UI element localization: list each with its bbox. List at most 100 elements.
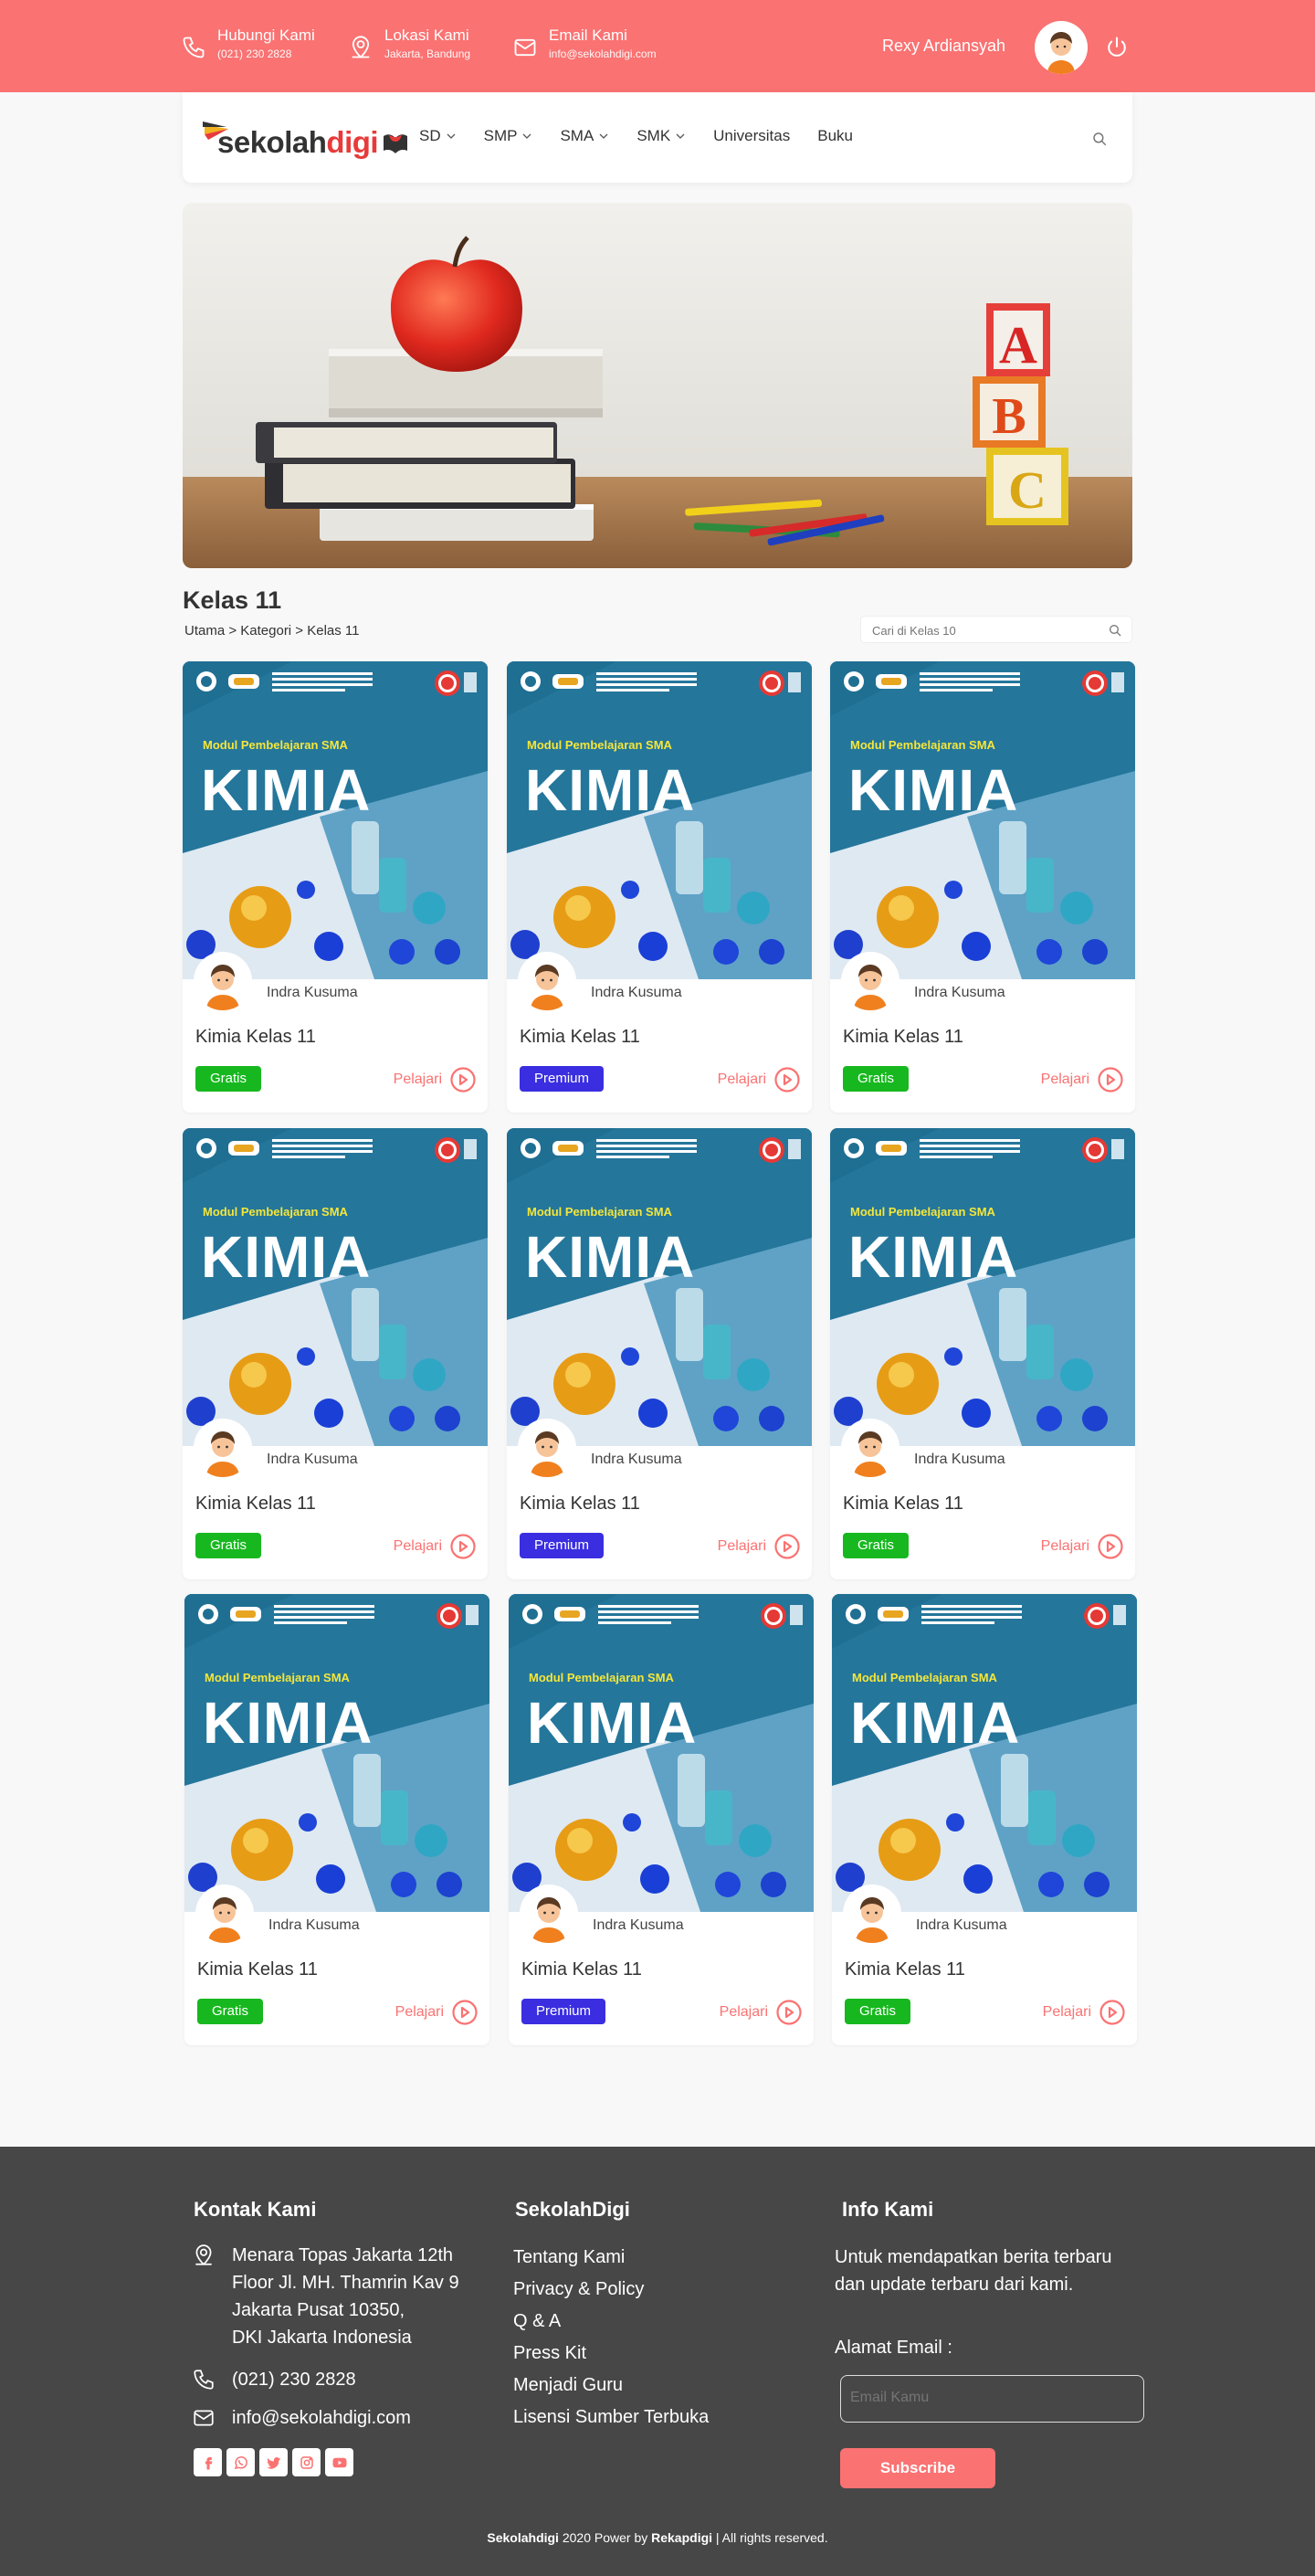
course-cover[interactable]: Modul Pembelajaran SMA KIMIA bbox=[507, 661, 812, 979]
learn-button[interactable]: Pelajari bbox=[394, 1066, 477, 1093]
contact-value: (021) 230 2828 bbox=[217, 48, 292, 60]
nav-item-buku[interactable]: Buku bbox=[817, 127, 853, 145]
learn-button[interactable]: Pelajari bbox=[1041, 1533, 1124, 1560]
footer-email[interactable]: info@sekolahdigi.com bbox=[192, 2404, 411, 2432]
course-title[interactable]: Kimia Kelas 11 bbox=[197, 1959, 318, 1980]
course-card[interactable]: Modul Pembelajaran SMA KIMIA Indra Kusuma K… bbox=[832, 1594, 1137, 2045]
user-name[interactable]: Rexy Ardiansyah bbox=[882, 37, 1005, 56]
course-title[interactable]: Kimia Kelas 11 bbox=[195, 1494, 316, 1515]
author-avatar bbox=[518, 1419, 576, 1477]
learn-button[interactable]: Pelajari bbox=[1041, 1066, 1124, 1093]
breadcrumb[interactable]: Utama > Kategori > Kelas 11 bbox=[184, 623, 360, 639]
course-cover[interactable]: Modul Pembelajaran SMA KIMIA bbox=[183, 1128, 488, 1446]
course-card[interactable]: Modul Pembelajaran SMA KIMIA Indra Kusuma K… bbox=[830, 661, 1135, 1113]
footer-link[interactable]: Privacy & Policy bbox=[513, 2274, 709, 2306]
course-card[interactable]: Modul Pembelajaran SMA KIMIA Indra Kusuma K… bbox=[509, 1594, 814, 2045]
contact-info[interactable]: Hubungi Kami (021) 230 2828 bbox=[181, 26, 315, 62]
search-icon[interactable] bbox=[1091, 131, 1108, 147]
learn-button[interactable]: Pelajari bbox=[394, 1533, 477, 1560]
footer-link[interactable]: Tentang Kami bbox=[513, 2242, 709, 2274]
cover-subtitle: Modul Pembelajaran SMA bbox=[850, 738, 995, 752]
search-icon[interactable] bbox=[1108, 623, 1122, 638]
course-cover[interactable]: Modul Pembelajaran SMA KIMIA bbox=[509, 1594, 814, 1912]
course-title[interactable]: Kimia Kelas 11 bbox=[195, 1027, 316, 1048]
cover-subtitle: Modul Pembelajaran SMA bbox=[527, 738, 672, 752]
course-cover[interactable]: Modul Pembelajaran SMA KIMIA bbox=[183, 661, 488, 979]
nav-item-sd[interactable]: SD bbox=[419, 127, 457, 145]
instagram-icon[interactable] bbox=[292, 2448, 321, 2476]
author-avatar bbox=[841, 1419, 899, 1477]
learn-button[interactable]: Pelajari bbox=[395, 1999, 479, 2026]
course-cover[interactable]: Modul Pembelajaran SMA KIMIA bbox=[830, 1128, 1135, 1446]
course-card[interactable]: Modul Pembelajaran SMA KIMIA Indra Kusuma K… bbox=[830, 1128, 1135, 1579]
user-avatar[interactable] bbox=[1035, 21, 1088, 74]
learn-button[interactable]: Pelajari bbox=[718, 1066, 801, 1093]
price-badge: Gratis bbox=[195, 1066, 262, 1092]
course-card[interactable]: Modul Pembelajaran SMA KIMIA Indra Kusuma K… bbox=[183, 661, 488, 1113]
twitter-icon[interactable] bbox=[259, 2448, 288, 2476]
nav-item-label: Buku bbox=[817, 127, 853, 144]
footer-links: Tentang Kami Privacy & Policy Q & A Pres… bbox=[513, 2242, 709, 2433]
author-name: Indra Kusuma bbox=[593, 1917, 684, 1933]
footer-address: Menara Topas Jakarta 12th Floor Jl. MH. … bbox=[192, 2242, 459, 2351]
logo-text-2: digi bbox=[326, 125, 379, 159]
course-card[interactable]: Modul Pembelajaran SMA KIMIA Indra Kusuma K… bbox=[184, 1594, 489, 2045]
location-title: Lokasi Kami bbox=[384, 26, 469, 44]
course-cover[interactable]: Modul Pembelajaran SMA KIMIA bbox=[507, 1128, 812, 1446]
nav-item-sma[interactable]: SMA bbox=[560, 127, 609, 145]
footer-phone[interactable]: (021) 230 2828 bbox=[192, 2366, 356, 2393]
course-cover[interactable]: Modul Pembelajaran SMA KIMIA bbox=[184, 1594, 489, 1912]
footer-brand-heading: SekolahDigi bbox=[515, 2198, 630, 2221]
nav-item-smk[interactable]: SMK bbox=[636, 127, 686, 145]
youtube-icon[interactable] bbox=[325, 2448, 353, 2476]
footer-email-label: Alamat Email : bbox=[835, 2338, 952, 2358]
nav-item-smp[interactable]: SMP bbox=[484, 127, 533, 145]
footer-link[interactable]: Press Kit bbox=[513, 2338, 709, 2370]
chevron-down-icon bbox=[599, 133, 608, 139]
course-title[interactable]: Kimia Kelas 11 bbox=[843, 1494, 963, 1515]
subscribe-button[interactable]: Subscribe bbox=[840, 2448, 995, 2488]
learn-button[interactable]: Pelajari bbox=[720, 1999, 803, 2026]
location-info[interactable]: Lokasi Kami Jakarta, Bandung bbox=[348, 26, 470, 62]
learn-button[interactable]: Pelajari bbox=[718, 1533, 801, 1560]
course-cover[interactable]: Modul Pembelajaran SMA KIMIA bbox=[830, 661, 1135, 979]
course-cover[interactable]: Modul Pembelajaran SMA KIMIA bbox=[832, 1594, 1137, 1912]
newsletter-email-input[interactable] bbox=[850, 2390, 1124, 2406]
nav-item-universitas[interactable]: Universitas bbox=[713, 127, 790, 145]
facebook-icon[interactable] bbox=[194, 2448, 222, 2476]
course-title[interactable]: Kimia Kelas 11 bbox=[520, 1027, 640, 1048]
site-logo[interactable]: sekolahdigi bbox=[201, 116, 409, 159]
email-info[interactable]: Email Kami info@sekolahdigi.com bbox=[512, 26, 657, 62]
author-name: Indra Kusuma bbox=[591, 1452, 682, 1467]
course-title[interactable]: Kimia Kelas 11 bbox=[521, 1959, 642, 1980]
learn-label: Pelajari bbox=[393, 1538, 442, 1554]
power-icon[interactable] bbox=[1104, 35, 1130, 60]
class-search[interactable] bbox=[860, 616, 1132, 643]
class-search-input[interactable] bbox=[872, 621, 1100, 639]
whatsapp-icon[interactable] bbox=[226, 2448, 255, 2476]
cover-title: KIMIA bbox=[525, 757, 696, 823]
course-title[interactable]: Kimia Kelas 11 bbox=[845, 1959, 965, 1980]
learn-label: Pelajari bbox=[717, 1072, 766, 1087]
footer-link[interactable]: Lisensi Sumber Terbuka bbox=[513, 2402, 709, 2433]
chevron-down-icon bbox=[676, 133, 685, 139]
author-avatar bbox=[194, 952, 252, 1010]
play-circle-icon bbox=[450, 1067, 476, 1093]
footer-link[interactable]: Menjadi Guru bbox=[513, 2370, 709, 2402]
learn-button[interactable]: Pelajari bbox=[1043, 1999, 1126, 2026]
footer-link[interactable]: Q & A bbox=[513, 2306, 709, 2338]
newsletter-email-field[interactable] bbox=[840, 2375, 1144, 2423]
price-badge: Gratis bbox=[195, 1533, 262, 1558]
course-card[interactable]: Modul Pembelajaran SMA KIMIA Indra Kusuma K… bbox=[507, 661, 812, 1113]
course-card[interactable]: Modul Pembelajaran SMA KIMIA Indra Kusuma K… bbox=[507, 1128, 812, 1579]
course-title[interactable]: Kimia Kelas 11 bbox=[520, 1494, 640, 1515]
play-circle-icon bbox=[450, 1534, 476, 1559]
nav-item-label: SD bbox=[419, 127, 441, 144]
course-title[interactable]: Kimia Kelas 11 bbox=[843, 1027, 963, 1048]
learn-label: Pelajari bbox=[717, 1538, 766, 1554]
phone-icon bbox=[183, 37, 205, 58]
course-card[interactable]: Modul Pembelajaran SMA KIMIA Indra Kusuma K… bbox=[183, 1128, 488, 1579]
author-name: Indra Kusuma bbox=[914, 985, 1005, 1000]
block-c-letter: C bbox=[1008, 460, 1047, 520]
price-badge: Gratis bbox=[843, 1533, 910, 1558]
